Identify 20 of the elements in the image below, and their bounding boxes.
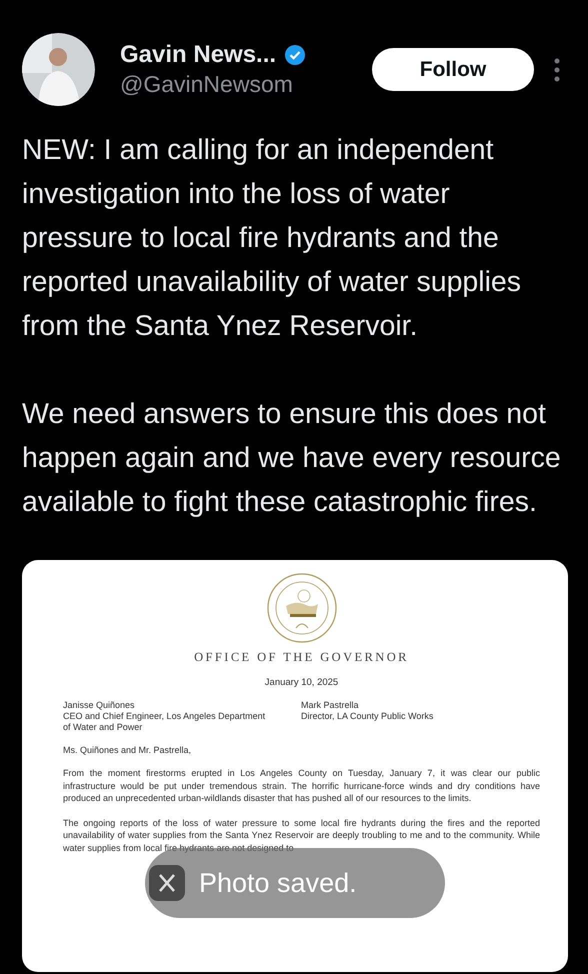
cross-icon bbox=[149, 865, 185, 901]
recipient-name: Mark Pastrella bbox=[301, 700, 360, 711]
tweet-text: NEW: I am calling for an independent investigation into the loss of water pressure to local fire hydrants and the reported unavailability of water supplies from the Santa Ynez Reservoir. bbox=[22, 133, 522, 344]
tweet-text: We need answers to ensure this does not happen again and we have every resource available to fight these catastrophic fires. bbox=[22, 397, 562, 520]
follow-button[interactable]: Follow bbox=[372, 48, 534, 91]
letter-paragraph: The ongoing reports of the loss of water pressure to some local fire hydrants during the fires and the reported unavailability of water supplies from the Santa Ynez Reservoir are deeply troubling to me and to the community. While water supplies from local fire hydrants are not designed to bbox=[63, 816, 540, 854]
salutation: Ms. Quiñones and Mr. Pastrella, bbox=[63, 745, 192, 755]
letter-paragraph: From the moment firestorms erupted in Los Angeles County on Tuesday, January 7, it was clear our public infrastructure would be put under tremendous strain. The horrific hurricane-force winds and dry conditions have produced an unprecedented urban-wildlands disaster that has pushed all of our resources to the limits. bbox=[63, 767, 540, 804]
document-page[interactable] bbox=[22, 560, 568, 972]
recipient-title: CEO and Chief Engineer, Los Angeles Department of Water and Power bbox=[63, 711, 266, 733]
more-icon[interactable] bbox=[554, 58, 560, 82]
avatar[interactable] bbox=[22, 33, 95, 106]
toast-message: Photo saved. bbox=[199, 868, 357, 898]
seal-drawing bbox=[266, 572, 338, 644]
letter-date: January 10, 2025 bbox=[264, 677, 340, 688]
recipient-name: Janisse Quiñones bbox=[63, 700, 136, 711]
letterhead-title: OFFICE OF THE GOVERNOR bbox=[193, 650, 410, 665]
author-name[interactable]: Gavin News... bbox=[120, 41, 276, 69]
author-handle[interactable]: @GavinNewsom bbox=[120, 71, 372, 98]
recipient-title: Director, LA County Public Works bbox=[301, 711, 434, 722]
